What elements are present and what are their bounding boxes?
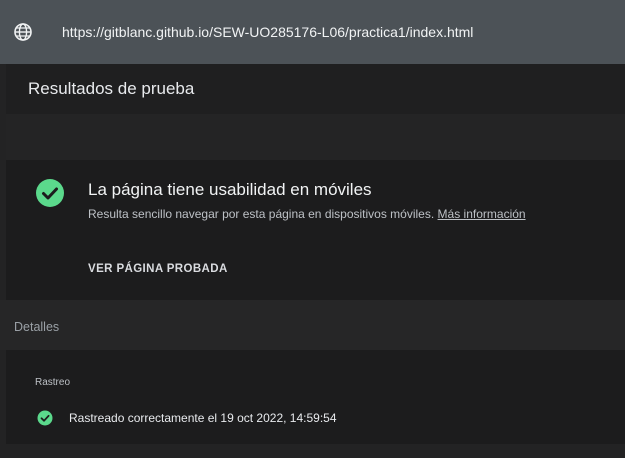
details-header: Detalles — [0, 300, 625, 350]
spacer-band — [6, 114, 625, 160]
globe-icon — [13, 22, 33, 42]
crawl-card: Rastreo Rastreado correctamente el 19 oc… — [6, 350, 625, 444]
crawl-section-label: Rastreo — [35, 377, 71, 388]
check-circle-icon — [35, 178, 65, 208]
view-tested-page-button[interactable]: VER PÁGINA PROBADA — [88, 263, 228, 275]
details-label: Detalles — [14, 320, 60, 334]
usability-description: Resulta sencillo navegar por esta página… — [88, 207, 526, 221]
usability-description-text: Resulta sencillo navegar por esta página… — [88, 207, 435, 221]
crawl-status: Rastreado correctamente el 19 oct 2022, … — [69, 411, 337, 425]
page-title: Resultados de prueba — [28, 79, 195, 98]
usability-headline: La página tiene usabilidad en móviles — [88, 180, 372, 199]
results-header: Resultados de prueba — [6, 64, 625, 114]
url-text[interactable]: https://gitblanc.github.io/SEW-UO285176-… — [62, 24, 473, 40]
url-bar[interactable]: https://gitblanc.github.io/SEW-UO285176-… — [0, 0, 625, 64]
usability-card: La página tiene usabilidad en móviles Re… — [6, 160, 625, 300]
check-circle-icon — [37, 410, 53, 426]
bottom-band — [0, 444, 625, 458]
more-info-link[interactable]: Más información — [438, 207, 526, 221]
